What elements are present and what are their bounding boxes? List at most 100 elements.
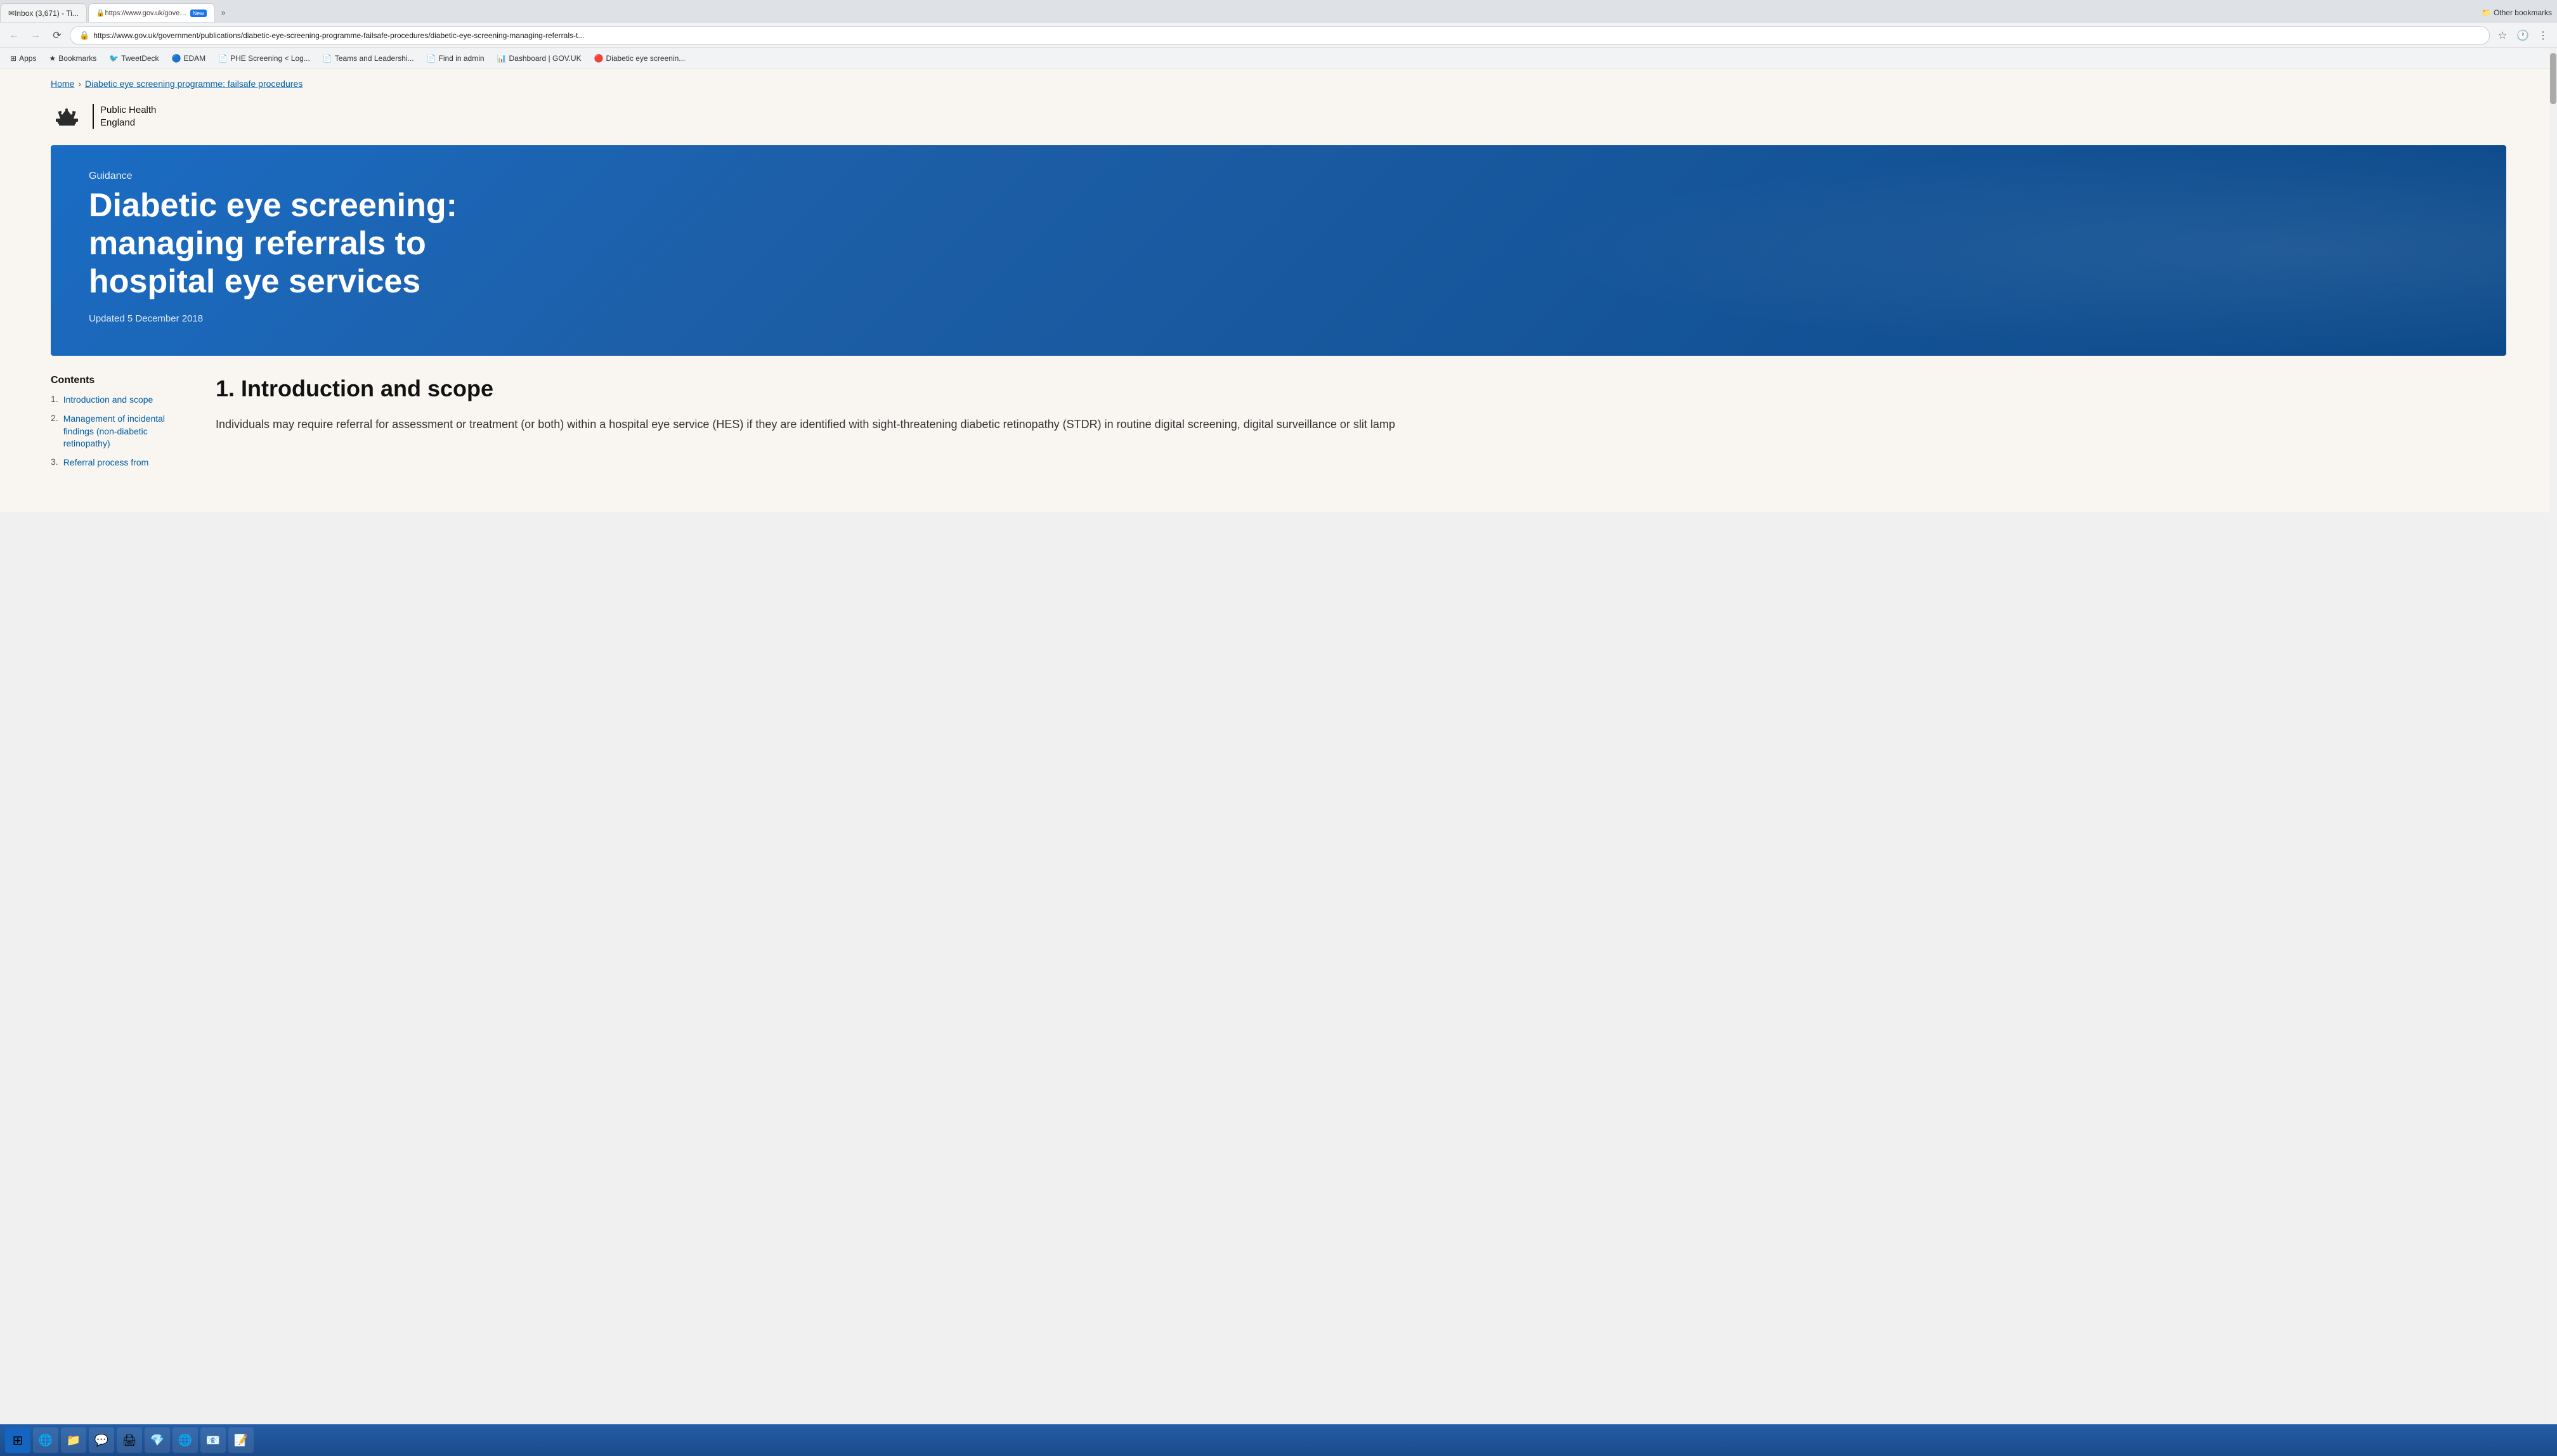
outlook-taskbar-button[interactable]: 📧 [200,1427,226,1453]
contents-link-3[interactable]: Referral process from [63,457,149,469]
back-button[interactable]: ← [5,27,23,44]
files-taskbar-button[interactable]: 📁 [61,1427,86,1453]
scrollbar[interactable] [2549,48,2557,1424]
chrome-taskbar-button[interactable]: 🌐 [172,1427,198,1453]
contents-item-1[interactable]: 1. Introduction and scope [51,394,190,406]
phe-doc-icon: 📄 [218,54,228,63]
guidance-label: Guidance [89,171,2468,182]
phe-screening-bookmark[interactable]: 📄 PHE Screening < Log... [213,53,315,64]
edam-bookmark[interactable]: 🔵 EDAM [167,53,211,64]
bookmarks-folder-label: Bookmarks [58,54,96,63]
contents-item-2[interactable]: 2. Management of incidental findings (no… [51,413,190,450]
contents-sidebar: Contents 1. Introduction and scope 2. Ma… [51,375,190,475]
word-icon: 📝 [234,1434,248,1447]
tab-favicon: ✉ [8,9,15,18]
article-content: 1. Introduction and scope Individuals ma… [216,375,2506,475]
edam-label: EDAM [183,54,205,63]
edam-icon: 🔵 [172,54,181,63]
contents-link-1[interactable]: Introduction and scope [63,394,153,406]
address-bar-row: ← → ⟳ 🔒 https://www.gov.uk/government/pu… [0,23,2557,48]
url-text: https://www.gov.uk/government/publicatio… [93,31,2480,40]
apps-bookmark[interactable]: ⊞ Apps [5,53,41,64]
forward-button[interactable]: → [27,27,44,44]
phe-name-line2: England [100,117,156,129]
contents-link-2[interactable]: Management of incidental findings (non-d… [63,413,190,450]
phe-logo-section: Public Health England [0,99,2557,145]
bookmarks-folder-bookmark[interactable]: ★ Bookmarks [44,53,101,64]
teams-doc-icon: 📄 [323,54,332,63]
tab-more-button[interactable]: » [216,6,231,20]
admin-doc-icon: 📄 [427,54,436,63]
phe-logo [51,104,82,133]
diamond-taskbar-button[interactable]: 💎 [145,1427,170,1453]
tab-label: Inbox (3,671) - Ti... [15,9,79,18]
ie-taskbar-button[interactable]: 🌐 [33,1427,58,1453]
toolbar-icons: ☆ 🕐 ⋮ [2494,27,2552,44]
teams-label: Teams and Leadershi... [335,54,414,63]
other-bookmarks-label: Other bookmarks [2494,8,2552,17]
tab-active[interactable]: 🔒 https://www.gov.uk/government/publicat… [88,3,215,22]
teams-bookmark[interactable]: 📄 Teams and Leadershi... [318,53,419,64]
diamond-icon: 💎 [150,1434,164,1447]
tweetdeck-bookmark[interactable]: 🐦 TweetDeck [104,53,164,64]
find-in-admin-bookmark[interactable]: 📄 Find in admin [422,53,490,64]
ssl-lock-icon: 🔒 [79,30,89,41]
contents-num-1: 1. [51,394,58,406]
breadcrumb-separator: › [78,79,81,89]
scrollbar-thumb[interactable] [2550,53,2556,104]
crown-crest-icon [53,106,81,131]
menu-button[interactable]: ⋮ [2534,27,2552,44]
contents-num-3: 3. [51,457,58,469]
printer-icon: 🖨 [122,1434,137,1447]
address-bar[interactable]: 🔒 https://www.gov.uk/government/publicat… [70,26,2490,45]
ie-icon: 🌐 [39,1434,53,1447]
tab-lock-icon: 🔒 [96,9,105,17]
contents-num-2: 2. [51,413,58,450]
tab-inbox[interactable]: ✉ Inbox (3,671) - Ti... [0,3,87,22]
section-1-title: 1. Introduction and scope [216,375,2506,402]
bookmark-star-button[interactable]: ☆ [2494,27,2511,44]
find-in-admin-label: Find in admin [439,54,485,63]
tweetdeck-icon: 🐦 [109,54,119,63]
contents-item-3[interactable]: 3. Referral process from [51,457,190,469]
chrome-icon: 🌐 [178,1434,192,1447]
tweetdeck-label: TweetDeck [121,54,159,63]
phe-name-line1: Public Health [100,104,156,117]
new-badge: New [190,10,207,17]
windows-start-icon: ⊞ [13,1433,23,1448]
bookmarks-folder-icon: 📁 [2482,8,2491,17]
refresh-button[interactable]: ⟳ [48,27,66,44]
breadcrumb-parent[interactable]: Diabetic eye screening programme: failsa… [85,79,303,89]
hero-title: Diabetic eye screening: managing referra… [89,187,533,301]
tab-active-label: https://www.gov.uk/government/publicatio… [105,10,187,17]
browser-chrome: ✉ Inbox (3,671) - Ti... 🔒 https://www.go… [0,0,2557,68]
skype-taskbar-button[interactable]: 💬 [89,1427,114,1453]
dashboard-icon: 📊 [497,54,507,63]
bookmarks-star-icon: ★ [49,54,56,63]
printer-taskbar-button[interactable]: 🖨 [117,1427,142,1453]
contents-list: 1. Introduction and scope 2. Management … [51,394,190,469]
dashboard-bookmark[interactable]: 📊 Dashboard | GOV.UK [492,53,587,64]
diabetic-screening-bookmark[interactable]: 🔴 Diabetic eye screenin... [589,53,691,64]
diabetic-label: Diabetic eye screenin... [606,54,686,63]
taskbar: ⊞ 🌐 📁 💬 🖨 💎 🌐 📧 📝 [0,1424,2557,1456]
diabetic-red-icon: 🔴 [594,54,604,63]
dashboard-label: Dashboard | GOV.UK [509,54,582,63]
updated-date: Updated 5 December 2018 [89,313,2468,324]
page-content: Home › Diabetic eye screening programme:… [0,68,2557,512]
start-button[interactable]: ⊞ [5,1427,30,1453]
breadcrumb: Home › Diabetic eye screening programme:… [0,68,2557,99]
bookmarks-bar: ⊞ Apps ★ Bookmarks 🐦 TweetDeck 🔵 EDAM 📄 … [0,48,2557,68]
history-button[interactable]: 🕐 [2514,27,2532,44]
hero-banner: Guidance Diabetic eye screening: managin… [51,145,2506,356]
phe-screening-label: PHE Screening < Log... [230,54,310,63]
phe-logo-text: Public Health England [93,104,156,129]
word-taskbar-button[interactable]: 📝 [228,1427,254,1453]
tab-bar: ✉ Inbox (3,671) - Ti... 🔒 https://www.go… [0,0,2557,23]
other-bookmarks-button[interactable]: 📁 Other bookmarks [2476,7,2557,18]
main-content-area: Contents 1. Introduction and scope 2. Ma… [0,356,2557,494]
breadcrumb-home-link[interactable]: Home [51,79,74,89]
contents-title: Contents [51,375,190,386]
outlook-icon: 📧 [206,1434,220,1447]
section-1-body: Individuals may require referral for ass… [216,415,2506,434]
